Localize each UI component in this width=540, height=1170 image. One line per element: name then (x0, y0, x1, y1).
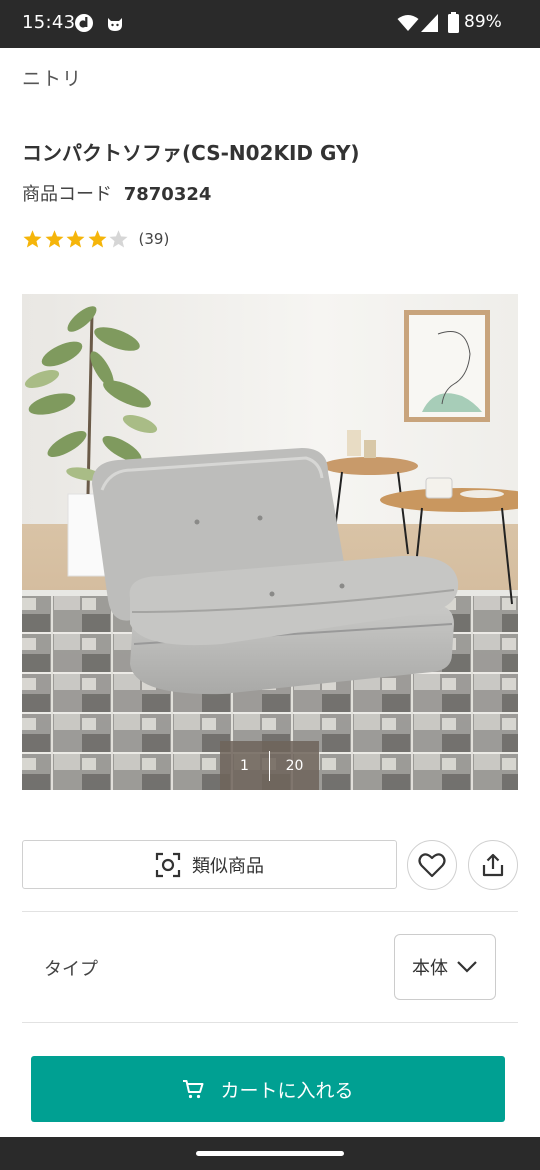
similar-items-label: 類似商品 (192, 855, 264, 877)
status-bar: 15:43 89% (0, 0, 540, 48)
favorite-button[interactable] (407, 840, 457, 890)
image-pager: 1 20 (220, 741, 319, 790)
status-time: 15:43 (22, 12, 76, 33)
system-nav-bar (0, 1137, 540, 1170)
review-count[interactable]: (39) (139, 230, 170, 248)
type-select[interactable]: 本体 (394, 934, 496, 1000)
cellular-signal-icon (421, 14, 438, 32)
type-select-value: 本体 (412, 958, 448, 979)
add-to-cart-label: カートに入れる (220, 1079, 354, 1102)
divider (22, 911, 518, 912)
heart-icon (418, 853, 446, 878)
wifi-icon (397, 15, 419, 31)
pager-total: 20 (285, 757, 304, 774)
rating[interactable]: (39) (22, 229, 169, 249)
product-code-value: 7870324 (123, 184, 212, 205)
share-icon (482, 853, 504, 877)
product-title: コンパクトソファ(CS-N02KID GY) (22, 141, 360, 165)
star-filled-icon (66, 230, 85, 248)
share-button[interactable] (468, 840, 518, 890)
cart-icon (183, 1080, 204, 1099)
star-empty-icon (109, 230, 128, 248)
battery-icon (448, 12, 459, 33)
pager-current: 1 (240, 757, 249, 774)
image-search-icon (155, 852, 181, 877)
brand-name: ニトリ (22, 68, 83, 90)
similar-items-button[interactable]: 類似商品 (22, 840, 397, 889)
product-image-carousel[interactable]: 1 20 (22, 294, 518, 790)
add-to-cart-button[interactable]: カートに入れる (31, 1056, 505, 1122)
type-label: タイプ (44, 959, 98, 980)
product-photo (22, 294, 518, 790)
product-code-label: 商品コード (22, 184, 112, 205)
divider (22, 1022, 518, 1023)
cat-notification-icon (108, 18, 122, 31)
battery-percent: 89% (464, 12, 502, 32)
home-gesture-handle[interactable] (196, 1151, 344, 1156)
star-filled-icon (88, 230, 106, 248)
chevron-down-icon (457, 961, 477, 973)
rating-stars (22, 229, 130, 249)
star-filled-icon (45, 230, 63, 248)
product-code-row: 商品コード 7870324 (22, 180, 211, 206)
d-notification-icon (75, 14, 93, 32)
star-filled-icon (23, 230, 42, 248)
